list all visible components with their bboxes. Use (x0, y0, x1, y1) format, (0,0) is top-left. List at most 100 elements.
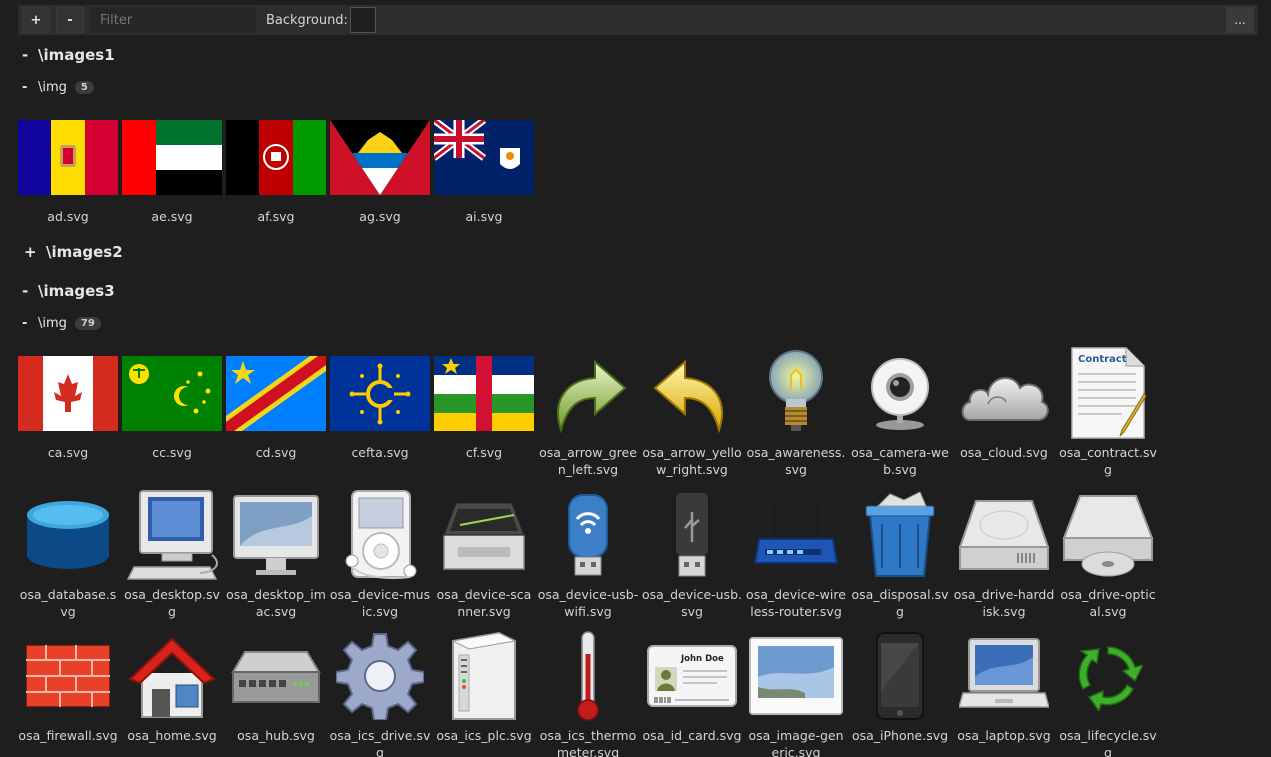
image-filename: osa_arrow_yellow_right.svg (642, 445, 742, 477)
trash-bin-icon (850, 488, 950, 582)
image-tile-usb-wifi[interactable]: osa_device-usb-wifi.svg (536, 488, 640, 620)
image-filename: osa_arrow_green_left.svg (539, 445, 637, 477)
image-tile-hub[interactable]: osa_hub.svg (224, 629, 328, 744)
image-tile-laptop[interactable]: osa_laptop.svg (952, 629, 1056, 744)
image-tile-desktop[interactable]: osa_desktop.svg (120, 488, 224, 620)
afghanistan-flag-icon (226, 110, 326, 204)
image-tile-cd[interactable]: cd.svg (224, 346, 328, 461)
id-card-name-text: John Doe (680, 654, 724, 664)
expand-toggle[interactable]: + (24, 243, 46, 261)
image-filename: osa_desktop.svg (124, 587, 220, 619)
image-tile-af[interactable]: af.svg (224, 110, 328, 225)
background-label: Background: (266, 12, 348, 28)
image-tile-cefta[interactable]: cefta.svg (328, 346, 432, 461)
zoom-out-button[interactable]: - (56, 7, 84, 33)
group-header-images1[interactable]: - \images1 (22, 46, 115, 64)
image-tile-disposal[interactable]: osa_disposal.svg (848, 488, 952, 620)
image-filename: osa_device-usb.svg (642, 587, 742, 619)
image-filename: osa_ics_plc.svg (436, 728, 532, 743)
webcam-icon (850, 346, 950, 440)
image-tile-ag[interactable]: ag.svg (328, 110, 432, 225)
andorra-flag-icon (18, 110, 118, 204)
image-tile-lifecycle[interactable]: osa_lifecycle.svg (1056, 629, 1160, 757)
contract-document-icon: Contract (1058, 346, 1158, 440)
image-filename: osa_device-music.svg (329, 587, 431, 619)
lightbulb-icon (746, 346, 846, 440)
imac-icon (226, 488, 326, 582)
count-badge: 5 (74, 81, 94, 94)
image-tile-ad[interactable]: ad.svg (16, 110, 120, 225)
collapse-toggle[interactable]: - (22, 282, 38, 300)
laptop-icon (954, 629, 1054, 723)
group-header-images3[interactable]: - \images3 (22, 282, 115, 300)
collapse-toggle[interactable]: - (22, 46, 38, 64)
image-tile-firewall[interactable]: osa_firewall.svg (16, 629, 120, 744)
firewall-brick-icon (18, 629, 118, 723)
wireless-router-icon (746, 488, 846, 582)
group-title: \images3 (38, 282, 115, 300)
image-tile-wireless-router[interactable]: osa_device-wireless-router.svg (744, 488, 848, 620)
image-tile-id-card[interactable]: John Doe osa_id_card.svg (640, 629, 744, 744)
image-tile-cf[interactable]: cf.svg (432, 346, 536, 461)
image-filename: cc.svg (152, 445, 192, 460)
image-filename: osa_id_card.svg (642, 728, 742, 743)
image-tile-awareness[interactable]: osa_awareness.svg (744, 346, 848, 478)
image-tile-usb[interactable]: osa_device-usb.svg (640, 488, 744, 620)
image-tile-ai[interactable]: ai.svg (432, 110, 536, 225)
image-tile-ics-drive[interactable]: osa_ics_drive.svg (328, 629, 432, 757)
image-filename: osa_awareness.svg (746, 445, 846, 477)
image-tile-device-music[interactable]: osa_device-music.svg (328, 488, 432, 620)
more-options-button[interactable]: ... (1226, 7, 1254, 33)
smartphone-icon (850, 629, 950, 723)
image-filename: ag.svg (359, 209, 401, 224)
image-tile-ae[interactable]: ae.svg (120, 110, 224, 225)
image-tile-arrow-yellow-right[interactable]: osa_arrow_yellow_right.svg (640, 346, 744, 478)
image-tile-database[interactable]: osa_database.svg (16, 488, 120, 620)
image-tile-cloud[interactable]: osa_cloud.svg (952, 346, 1056, 461)
image-filename: osa_hub.svg (237, 728, 315, 743)
toolbar: + - Background: ... (18, 5, 1258, 35)
image-tile-ca[interactable]: ca.svg (16, 346, 120, 461)
background-color-picker[interactable] (349, 7, 376, 33)
filter-input[interactable] (90, 7, 256, 33)
image-tile-iphone[interactable]: osa_iPhone.svg (848, 629, 952, 744)
zoom-in-button[interactable]: + (22, 7, 50, 33)
image-tile-contract[interactable]: Contract osa_contract.svg (1056, 346, 1160, 478)
image-tile-device-scanner[interactable]: osa_device-scanner.svg (432, 488, 536, 620)
folder-header-img[interactable]: - \img 5 (22, 80, 94, 95)
image-filename: osa_drive-optical.svg (1060, 587, 1156, 619)
image-tile-camera-web[interactable]: osa_camera-web.svg (848, 346, 952, 478)
image-filename: osa_device-scanner.svg (436, 587, 532, 619)
image-tile-ics-plc[interactable]: osa_ics_plc.svg (432, 629, 536, 744)
cloud-icon (954, 346, 1054, 440)
home-icon (122, 629, 222, 723)
image-tile-optical[interactable]: osa_drive-optical.svg (1056, 488, 1160, 620)
group-title: \images1 (38, 46, 115, 64)
folder-name: \img (38, 316, 67, 331)
image-filename: ca.svg (47, 445, 89, 460)
canada-flag-icon (18, 346, 118, 440)
image-tile-image-generic[interactable]: osa_image-generic.svg (744, 629, 848, 757)
uae-flag-icon (122, 110, 222, 204)
collapse-toggle[interactable]: - (22, 316, 38, 331)
image-tile-harddisk[interactable]: osa_drive-harddisk.svg (952, 488, 1056, 620)
image-tile-ics-thermometer[interactable]: osa_ics_thermometer.svg (536, 629, 640, 757)
image-tile-home[interactable]: osa_home.svg (120, 629, 224, 744)
image-tile-cc[interactable]: cc.svg (120, 346, 224, 461)
arrow-green-icon (538, 346, 638, 440)
scanner-icon (434, 488, 534, 582)
image-filename: osa_ics_drive.svg (329, 728, 431, 757)
desktop-computer-icon (122, 488, 222, 582)
id-card-icon: John Doe (642, 629, 742, 723)
image-filename: osa_lifecycle.svg (1059, 728, 1157, 757)
image-filename: osa_cloud.svg (960, 445, 1048, 460)
collapse-toggle[interactable]: - (22, 80, 38, 95)
image-tile-arrow-green-left[interactable]: osa_arrow_green_left.svg (536, 346, 640, 478)
group-header-images2[interactable]: + \images2 (24, 243, 123, 261)
image-filename: osa_iPhone.svg (851, 728, 949, 743)
harddisk-icon (954, 488, 1054, 582)
image-tile-desktop-imac[interactable]: osa_desktop_imac.svg (224, 488, 328, 620)
folder-header-img[interactable]: - \img 79 (22, 316, 101, 331)
image-filename: osa_image-generic.svg (748, 728, 844, 757)
usb-wifi-icon (538, 488, 638, 582)
